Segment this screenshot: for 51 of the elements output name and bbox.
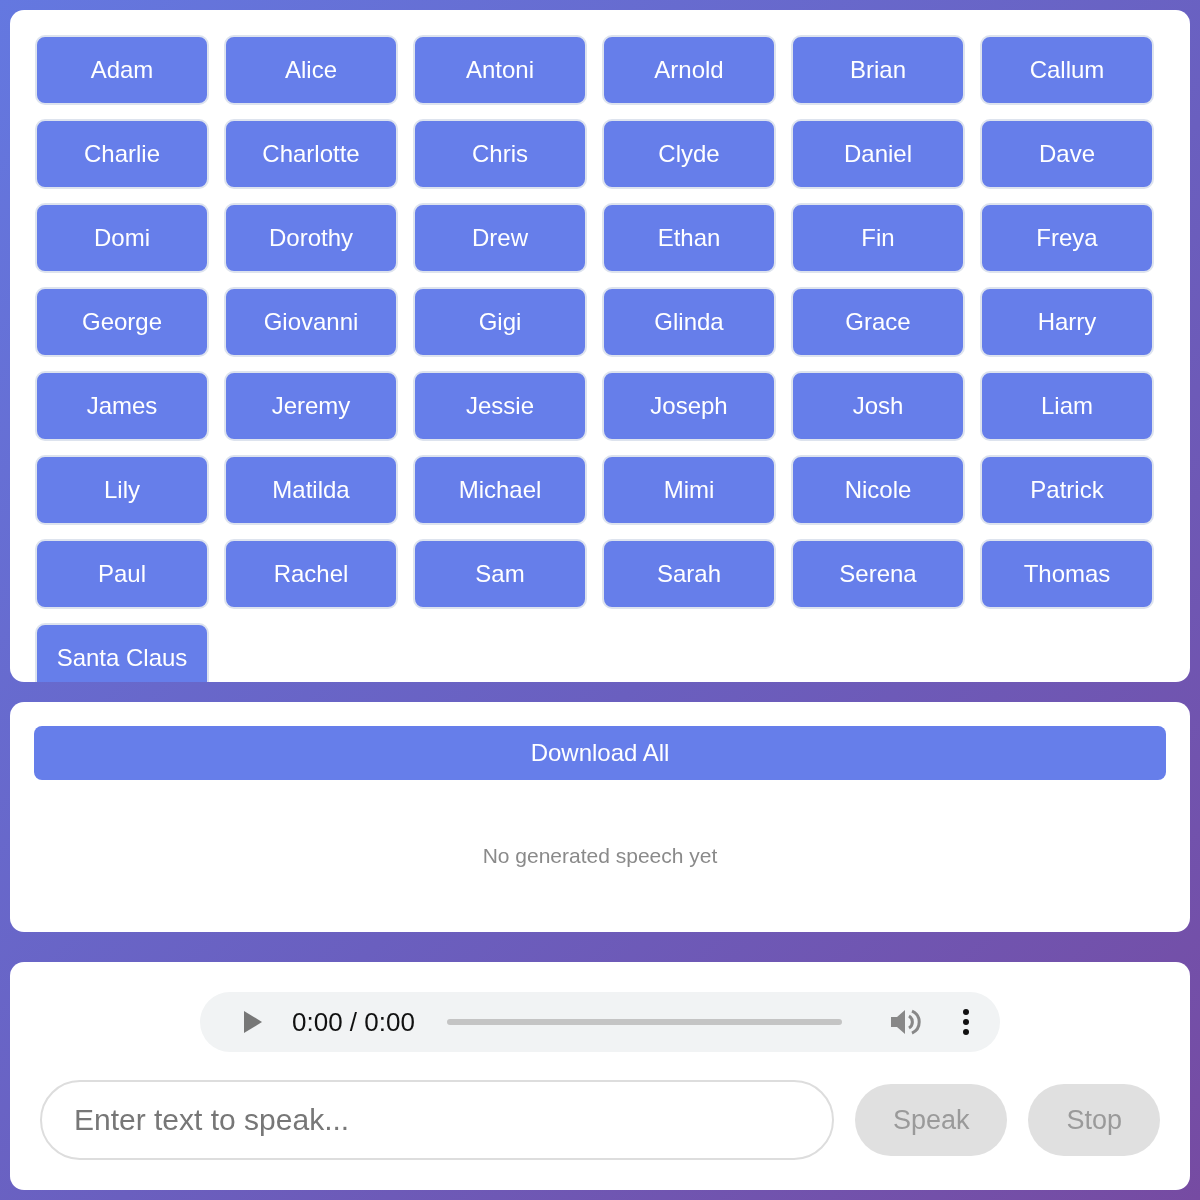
play-icon[interactable] — [242, 1009, 264, 1035]
voice-button[interactable]: Josh — [791, 371, 965, 441]
voice-button[interactable]: Gigi — [413, 287, 587, 357]
voice-button[interactable]: Freya — [980, 203, 1154, 273]
voice-button[interactable]: Mimi — [602, 455, 776, 525]
time-display: 0:00 / 0:00 — [292, 1005, 415, 1039]
voice-button[interactable]: Glinda — [602, 287, 776, 357]
voice-button[interactable]: Sarah — [602, 539, 776, 609]
voice-button[interactable]: Lily — [35, 455, 209, 525]
more-options-icon[interactable] — [962, 1008, 970, 1036]
progress-track[interactable] — [446, 1019, 842, 1025]
voice-button[interactable]: Charlotte — [224, 119, 398, 189]
voice-button[interactable]: Daniel — [791, 119, 965, 189]
voice-button[interactable]: Santa Claus — [35, 623, 209, 682]
voice-button[interactable]: Thomas — [980, 539, 1154, 609]
voice-button[interactable]: Charlie — [35, 119, 209, 189]
voice-button[interactable]: Jeremy — [224, 371, 398, 441]
voice-button[interactable]: Patrick — [980, 455, 1154, 525]
voice-button[interactable]: Domi — [35, 203, 209, 273]
voice-button[interactable]: Arnold — [602, 35, 776, 105]
voice-button[interactable]: Callum — [980, 35, 1154, 105]
voice-button[interactable]: James — [35, 371, 209, 441]
voice-button[interactable]: Ethan — [602, 203, 776, 273]
voice-button[interactable]: Dorothy — [224, 203, 398, 273]
voice-button[interactable]: Grace — [791, 287, 965, 357]
voice-button[interactable]: Giovanni — [224, 287, 398, 357]
empty-message: No generated speech yet — [481, 843, 719, 869]
volume-icon[interactable] — [890, 1007, 922, 1037]
voice-button[interactable]: Serena — [791, 539, 965, 609]
voice-button[interactable]: Liam — [980, 371, 1154, 441]
download-all-button[interactable]: Download All — [34, 726, 1166, 780]
voice-button[interactable]: Rachel — [224, 539, 398, 609]
voice-button[interactable]: Dave — [980, 119, 1154, 189]
voice-button[interactable]: Brian — [791, 35, 965, 105]
voice-button[interactable]: Joseph — [602, 371, 776, 441]
voice-button[interactable]: Nicole — [791, 455, 965, 525]
voice-button[interactable]: Paul — [35, 539, 209, 609]
voice-button[interactable]: George — [35, 287, 209, 357]
voice-button[interactable]: Drew — [413, 203, 587, 273]
voice-button[interactable]: Matilda — [224, 455, 398, 525]
text-input-field[interactable]: Enter text to speak... — [40, 1080, 834, 1160]
voice-button[interactable]: Chris — [413, 119, 587, 189]
voice-button[interactable]: Harry — [980, 287, 1154, 357]
voice-button[interactable]: Alice — [224, 35, 398, 105]
voice-button[interactable]: Antoni — [413, 35, 587, 105]
voice-button[interactable]: Michael — [413, 455, 587, 525]
voice-button[interactable]: Clyde — [602, 119, 776, 189]
voice-button[interactable]: Jessie — [413, 371, 587, 441]
voice-button[interactable]: Fin — [791, 203, 965, 273]
voice-button[interactable]: Adam — [35, 35, 209, 105]
voice-button[interactable]: Sam — [413, 539, 587, 609]
